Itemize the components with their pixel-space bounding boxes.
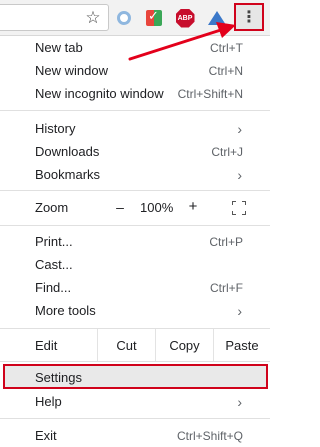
menu-divider	[0, 190, 270, 191]
menu-item-label: Print...	[35, 234, 73, 249]
menu-item-label: New tab	[35, 40, 83, 55]
menu-item-label: More tools	[35, 303, 96, 318]
menu-item-label: Help	[35, 394, 62, 409]
menu-divider	[0, 418, 270, 419]
menu-item-label: Downloads	[35, 144, 100, 159]
zoom-label: Zoom	[35, 200, 69, 215]
extension-ring-icon[interactable]	[113, 7, 135, 29]
menu-item-label: Bookmarks	[35, 167, 101, 182]
shortcut-label: Ctrl+J	[211, 144, 243, 159]
zoom-in-button[interactable]: +	[186, 198, 200, 215]
chevron-right-icon: ›	[237, 393, 242, 410]
menu-item-more-tools[interactable]: More tools ›	[0, 299, 270, 322]
edit-row: Edit Cut Copy Paste	[0, 329, 270, 361]
shortcut-label: Ctrl+T	[210, 40, 243, 55]
chrome-menu-button[interactable]: ⋮	[234, 3, 264, 31]
bookmark-star-icon[interactable]: ☆	[82, 7, 104, 29]
menu-item-print[interactable]: Print... Ctrl+P	[0, 230, 270, 253]
menu-item-label: New window	[35, 63, 108, 78]
more-vert-icon: ⋮	[241, 9, 257, 26]
menu-item-cast[interactable]: Cast...	[0, 253, 270, 276]
menu-divider	[0, 225, 270, 226]
menu-item-label: Exit	[35, 428, 57, 443]
abp-label: ABP	[175, 8, 195, 28]
menu-item-new-tab[interactable]: New tab Ctrl+T	[0, 36, 270, 59]
paste-button[interactable]: Paste	[213, 329, 270, 361]
copy-button[interactable]: Copy	[155, 329, 213, 361]
menu-item-label: New incognito window	[35, 86, 164, 101]
menu-item-label: Find...	[35, 280, 72, 295]
shortcut-label: Ctrl+Shift+N	[177, 86, 243, 101]
menu-item-downloads[interactable]: Downloads Ctrl+J	[0, 140, 270, 163]
chrome-menu: New tab Ctrl+T New window Ctrl+N New inc…	[0, 36, 270, 447]
chevron-right-icon: ›	[237, 302, 242, 319]
menu-item-bookmarks[interactable]: Bookmarks ›	[0, 163, 270, 186]
shortcut-label: Ctrl+N	[208, 63, 243, 78]
cut-button[interactable]: Cut	[97, 329, 155, 361]
zoom-out-button[interactable]: –	[113, 199, 127, 215]
menu-item-new-incognito-window[interactable]: New incognito window Ctrl+Shift+N	[0, 82, 270, 105]
shortcut-label: Ctrl+Shift+Q	[176, 428, 243, 443]
menu-item-exit[interactable]: Exit Ctrl+Shift+Q	[0, 424, 270, 447]
adblock-plus-icon[interactable]: ABP	[174, 7, 196, 29]
menu-item-label: History	[35, 121, 76, 136]
zoom-row: Zoom – 100% +	[0, 196, 270, 220]
fullscreen-icon[interactable]	[232, 201, 246, 215]
menu-item-find[interactable]: Find... Ctrl+F	[0, 276, 270, 299]
shortcut-label: Ctrl+P	[209, 234, 243, 249]
chevron-right-icon: ›	[237, 166, 242, 183]
browser-toolbar: ☆ ABP ⋮	[0, 0, 270, 36]
zoom-level: 100%	[140, 200, 174, 215]
menu-divider	[0, 110, 270, 111]
extension-cap-icon[interactable]	[206, 7, 228, 29]
menu-item-label: Settings	[35, 370, 82, 385]
chevron-right-icon: ›	[237, 120, 242, 137]
menu-item-help[interactable]: Help ›	[0, 390, 270, 413]
shortcut-label: Ctrl+F	[210, 280, 243, 295]
extension-check-icon[interactable]	[143, 7, 165, 29]
menu-divider	[0, 361, 270, 362]
menu-item-label: Cast...	[35, 257, 73, 272]
menu-item-history[interactable]: History ›	[0, 117, 270, 140]
edit-label: Edit	[35, 338, 58, 353]
menu-item-settings[interactable]: Settings	[0, 366, 270, 389]
menu-item-new-window[interactable]: New window Ctrl+N	[0, 59, 270, 82]
